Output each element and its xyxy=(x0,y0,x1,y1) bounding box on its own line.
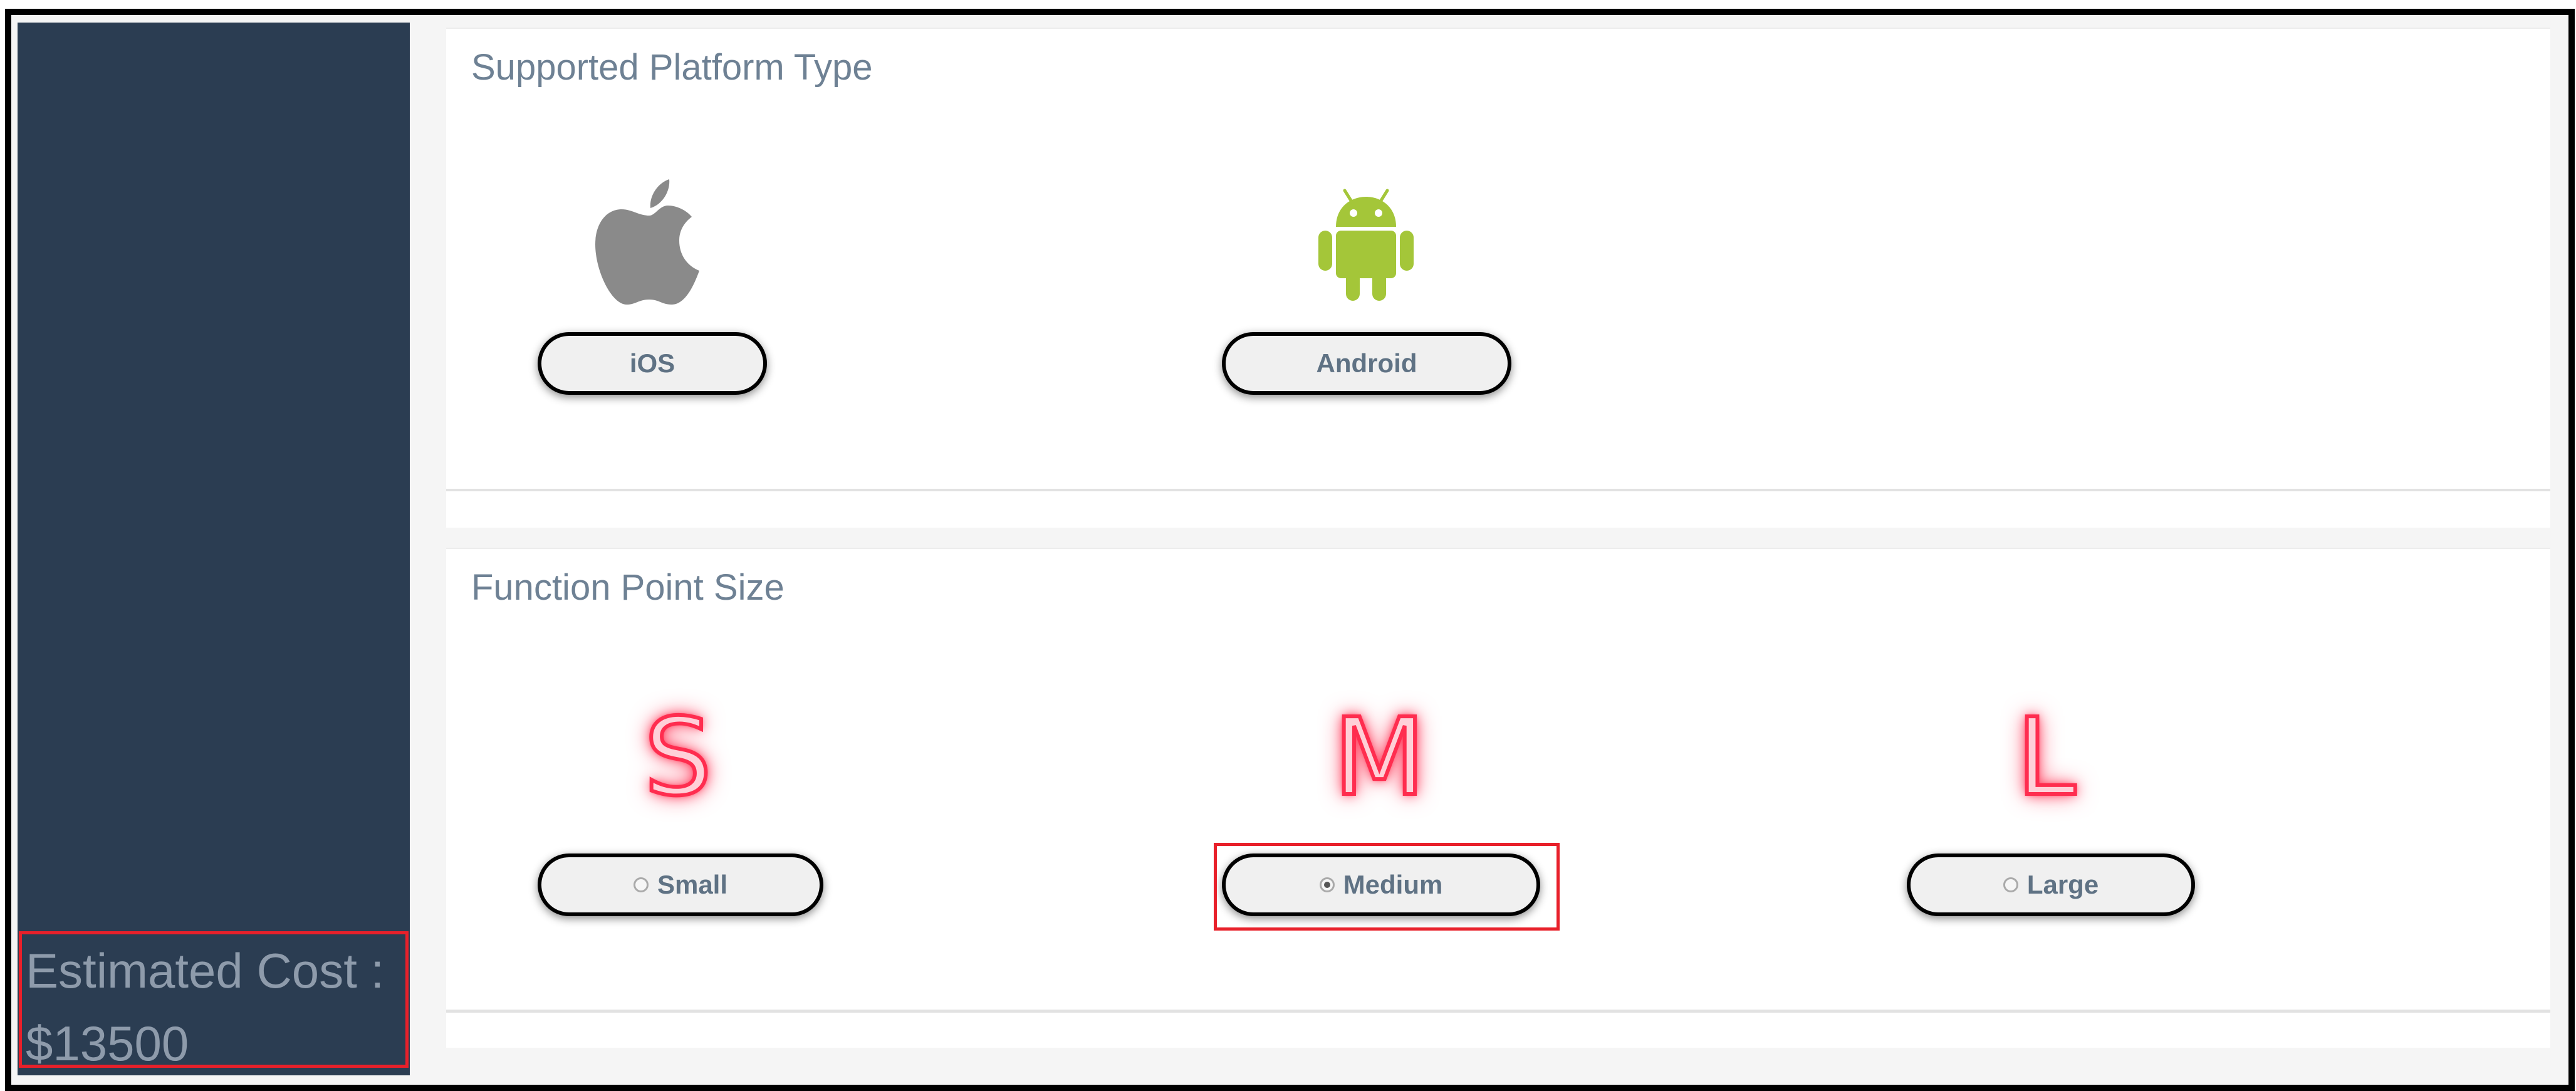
small-label: Small xyxy=(657,870,728,899)
function-point-section-title: Function Point Size xyxy=(471,567,785,608)
large-radio[interactable] xyxy=(2003,877,2018,892)
estimated-cost-box: Estimated Cost : $13500 xyxy=(19,931,409,1071)
platform-section-title: Supported Platform Type xyxy=(471,47,873,88)
sidebar xyxy=(18,23,410,1075)
medium-selection-highlight xyxy=(1214,843,1560,931)
ios-button[interactable]: iOS xyxy=(538,332,767,395)
estimated-cost-value: $13500 xyxy=(26,1016,189,1071)
android-icon xyxy=(1318,189,1414,301)
platform-panel: Supported Platform Type xyxy=(446,28,2550,489)
size-large-option[interactable]: Large xyxy=(1907,853,2195,916)
size-m-neon-icon: M xyxy=(1332,694,1427,822)
function-point-panel-footer xyxy=(446,1010,2550,1048)
android-button-label: Android xyxy=(1316,348,1417,378)
android-button[interactable]: Android xyxy=(1222,332,1511,395)
ios-button-label: iOS xyxy=(629,348,675,378)
platform-panel-footer xyxy=(446,489,2550,528)
size-small-option[interactable]: Small xyxy=(538,853,823,916)
apple-icon xyxy=(595,179,699,305)
size-s-neon-icon: S xyxy=(642,694,714,822)
function-point-panel: Function Point Size xyxy=(446,548,2550,1009)
estimated-cost-label: Estimated Cost : xyxy=(26,943,385,998)
small-radio[interactable] xyxy=(633,877,649,892)
large-label: Large xyxy=(2026,870,2099,899)
size-l-neon-icon: L xyxy=(2015,694,2078,822)
